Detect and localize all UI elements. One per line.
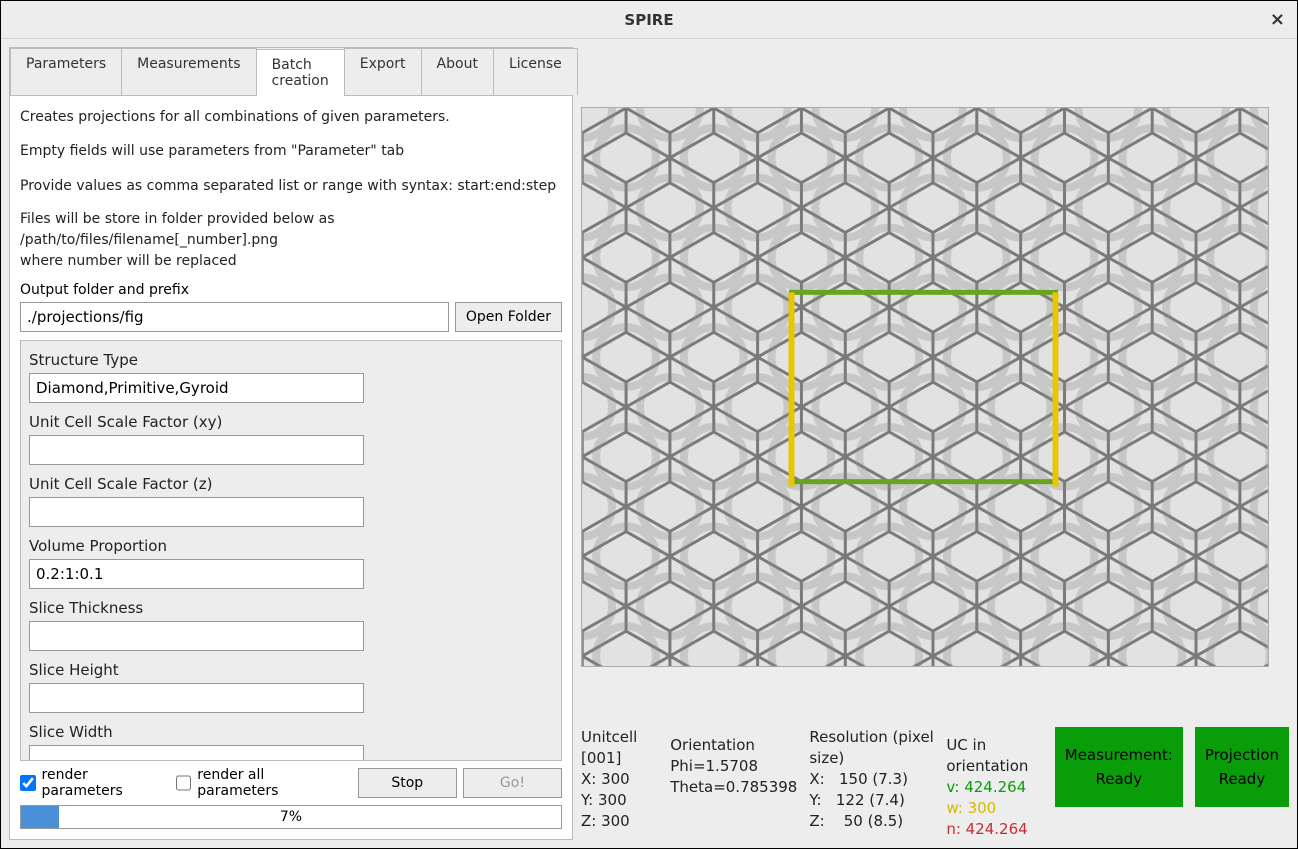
progress-bar: 7% xyxy=(20,805,562,829)
output-folder-label: Output folder and prefix xyxy=(20,282,562,298)
tab-export[interactable]: Export xyxy=(344,48,422,95)
stop-button[interactable]: Stop xyxy=(358,768,457,798)
uc-xy-label: Unit Cell Scale Factor (xy) xyxy=(29,413,553,431)
orient-phi: Phi=1.5708 xyxy=(670,756,797,777)
tab-bar: Parameters Measurements Batch creation E… xyxy=(10,48,572,95)
desc-line-4c: where number will be replaced xyxy=(20,251,562,272)
desc-line-2: Empty fields will use parameters from "P… xyxy=(20,140,562,162)
unitcell-title: Unitcell [001] xyxy=(581,727,658,769)
slice-thick-input[interactable] xyxy=(29,621,364,651)
desc-line-4b: /path/to/files/filename[_number].png xyxy=(20,230,562,251)
measurement-badge-status: Ready xyxy=(1065,767,1173,791)
progress-fill xyxy=(21,806,59,828)
structure-type-input[interactable] xyxy=(29,373,364,403)
projection-badge-status: Ready xyxy=(1205,767,1279,791)
uc-xy-input[interactable] xyxy=(29,435,364,465)
params-scroll[interactable]: Structure Type Unit Cell Scale Factor (x… xyxy=(20,340,562,761)
right-panel: Unitcell [001] X: 300 Y: 300 Z: 300 Orie… xyxy=(581,47,1289,840)
uc-z-input[interactable] xyxy=(29,497,364,527)
tab-measurements[interactable]: Measurements xyxy=(121,48,256,95)
go-button[interactable]: Go! xyxy=(463,768,562,798)
slice-height-input[interactable] xyxy=(29,683,364,713)
desc-line-3: Provide values as comma separated list o… xyxy=(20,175,562,197)
render-params-checkbox[interactable]: render parameters xyxy=(20,767,170,799)
res-title: Resolution (pixel size) xyxy=(809,727,934,769)
resolution-status: Resolution (pixel size) X: 150 (7.3) Y: … xyxy=(809,727,934,832)
unitcell-status: Unitcell [001] X: 300 Y: 300 Z: 300 xyxy=(581,727,658,832)
structure-type-label: Structure Type xyxy=(29,351,553,369)
tab-parameters[interactable]: Parameters xyxy=(10,48,122,95)
measurement-badge-title: Measurement: xyxy=(1065,743,1173,767)
render-all-label: render all parameters xyxy=(197,767,345,799)
open-folder-button[interactable]: Open Folder xyxy=(455,302,562,332)
slice-width-input[interactable] xyxy=(29,745,364,761)
status-row: Unitcell [001] X: 300 Y: 300 Z: 300 Orie… xyxy=(581,727,1289,840)
slice-width-label: Slice Width xyxy=(29,723,553,741)
orientation-status: Orientation Phi=1.5708 Theta=0.785398 xyxy=(670,735,797,798)
projection-badge: Projection Ready xyxy=(1195,727,1289,807)
close-icon[interactable]: × xyxy=(1270,9,1285,30)
vol-prop-input[interactable] xyxy=(29,559,364,589)
tab-license[interactable]: License xyxy=(493,48,578,95)
orient-title: Orientation xyxy=(670,735,797,756)
desc-line-4a: Files will be store in folder provided b… xyxy=(20,209,562,230)
left-panel: Parameters Measurements Batch creation E… xyxy=(9,47,573,840)
unitcell-y: Y: 300 xyxy=(581,790,658,811)
vol-prop-label: Volume Proportion xyxy=(29,537,553,555)
res-x: X: 150 (7.3) xyxy=(809,769,934,790)
render-params-label: render parameters xyxy=(42,767,170,799)
output-folder-input[interactable] xyxy=(20,302,449,332)
uc-w: w: 300 xyxy=(946,798,1042,819)
uc-v: v: 424.264 xyxy=(946,777,1042,798)
slice-thick-label: Slice Thickness xyxy=(29,599,553,617)
tab-about[interactable]: About xyxy=(421,48,494,95)
res-y: Y: 122 (7.4) xyxy=(809,790,934,811)
render-all-checkbox[interactable]: render all parameters xyxy=(176,767,346,799)
titlebar: SPIRE × xyxy=(1,1,1297,39)
uc-n: n: 424.264 xyxy=(946,819,1042,840)
unitcell-z: Z: 300 xyxy=(581,811,658,832)
preview-canvas xyxy=(581,107,1269,667)
res-z: Z: 50 (8.5) xyxy=(809,811,934,832)
measurement-badge: Measurement: Ready xyxy=(1055,727,1183,807)
uc-z-label: Unit Cell Scale Factor (z) xyxy=(29,475,553,493)
uc-title: UC in orientation xyxy=(946,735,1042,777)
description: Creates projections for all combinations… xyxy=(20,106,562,272)
desc-line-1: Creates projections for all combinations… xyxy=(20,106,562,128)
unitcell-x: X: 300 xyxy=(581,769,658,790)
tab-batch-creation[interactable]: Batch creation xyxy=(256,49,345,96)
uc-orientation-status: UC in orientation v: 424.264 w: 300 n: 4… xyxy=(946,735,1042,840)
orient-theta: Theta=0.785398 xyxy=(670,777,797,798)
window-title: SPIRE xyxy=(624,11,673,29)
render-all-input[interactable] xyxy=(176,775,192,791)
slice-height-label: Slice Height xyxy=(29,661,553,679)
projection-badge-title: Projection xyxy=(1205,743,1279,767)
progress-text: 7% xyxy=(280,809,302,825)
render-params-input[interactable] xyxy=(20,775,36,791)
